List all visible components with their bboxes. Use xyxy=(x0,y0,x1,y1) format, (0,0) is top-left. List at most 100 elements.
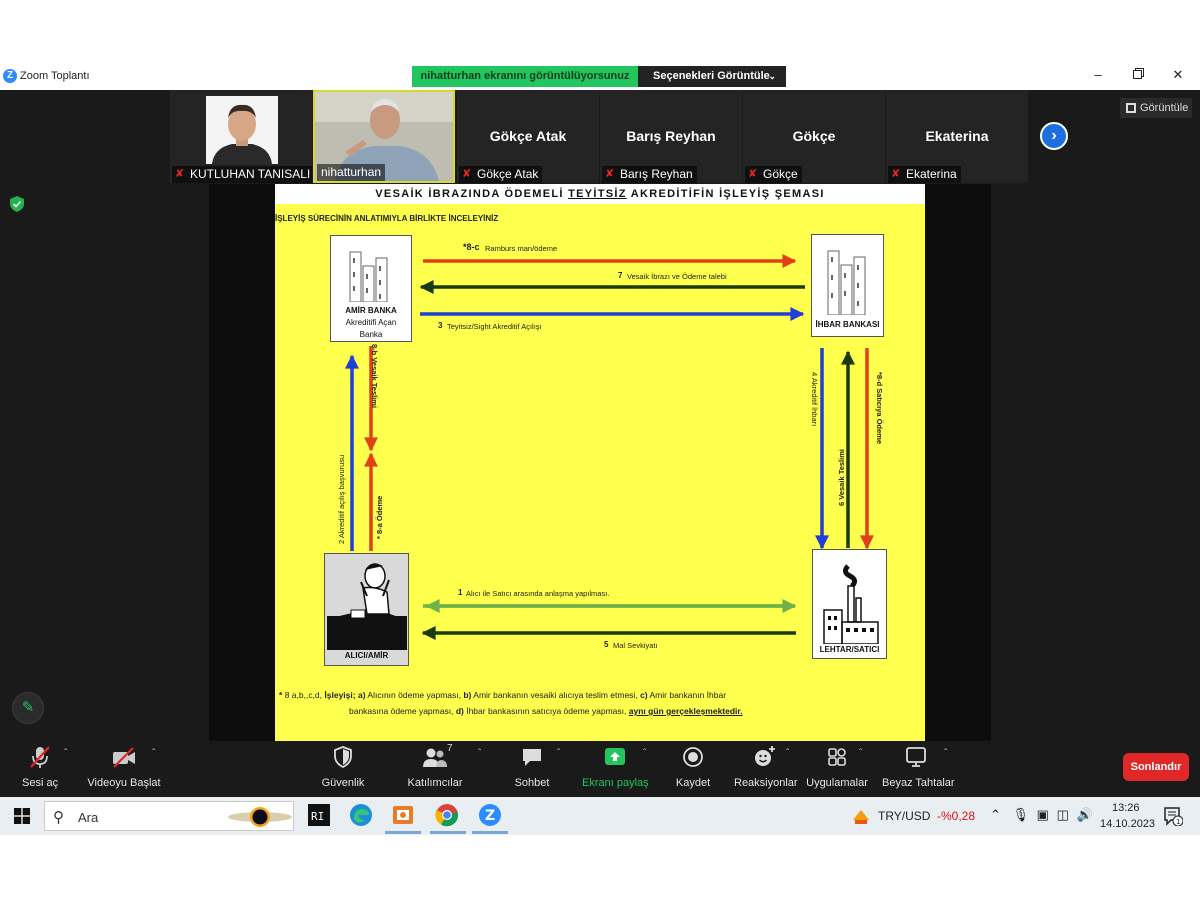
step-1-number: 1 xyxy=(458,588,463,597)
video-off-icon xyxy=(113,747,135,768)
smiley-plus-icon xyxy=(755,746,775,766)
participant-name: Barış Reyhan xyxy=(626,128,716,144)
step-7-label: Vesaik İbrazı ve Ödeme talebi xyxy=(627,272,727,281)
step-8c-label: Ramburs man/ödeme xyxy=(485,244,558,253)
building-icon xyxy=(827,250,866,315)
zoom-logo-icon: Z xyxy=(3,69,17,83)
window-title: Zoom Toplantı xyxy=(20,70,90,82)
participant-name-label: ✘ Gökçe xyxy=(745,166,802,183)
chrome-browser-icon[interactable] xyxy=(435,803,459,827)
currency-pair[interactable]: TRY/USD xyxy=(878,809,930,823)
step-3-number: 3 xyxy=(438,321,443,330)
search-icon: ⚲ xyxy=(53,809,64,826)
step-8d-label: *8-d Satıcıya Ödeme xyxy=(875,372,884,445)
notification-count: 1 xyxy=(1176,818,1180,826)
gallery-strip: ✘ KUTLUHAN TANISALI nihatturhan Gökçe Ata… xyxy=(170,90,1028,183)
currency-widget-icon[interactable] xyxy=(851,806,871,826)
windows-start-icon[interactable] xyxy=(14,808,30,824)
encryption-shield-icon[interactable] xyxy=(10,196,24,212)
terminal-app-icon[interactable]: RI xyxy=(307,803,331,827)
mic-muted-icon: ✘ xyxy=(462,168,472,180)
chat-button[interactable]: Sohbet xyxy=(512,745,552,789)
minimize-button[interactable]: – xyxy=(1088,67,1108,82)
start-video-button[interactable]: Videoyu Başlat xyxy=(86,745,162,789)
participant-name-label: ✘ Ekaterina xyxy=(888,166,961,183)
audio-options-caret[interactable]: ˆ xyxy=(64,748,67,759)
chat-options-caret[interactable]: ˆ xyxy=(557,748,560,759)
reactions-options-caret[interactable]: ˆ xyxy=(786,748,789,759)
active-app-indicator xyxy=(430,831,466,834)
step-3-label: Teyitsiz/Sight Akreditif Açılışı xyxy=(447,322,542,331)
share-options-caret[interactable]: ˆ xyxy=(643,748,646,759)
share-screen-button[interactable]: Ekranı paylaş xyxy=(582,745,649,789)
apps-icon xyxy=(828,748,846,766)
slide: VESAİK İBRAZINDA ÖDEMELİ TEYİTSİZ AKREDİ… xyxy=(275,184,925,741)
meeting-toolbar: Sesi aç ˆ Videoyu Başlat ˆ Güvenlik Katı… xyxy=(0,743,1200,797)
screen-share-banner: nihatturhan ekranını görüntülüyorsunuz xyxy=(412,66,638,87)
notification-center-icon[interactable]: 1 xyxy=(1163,806,1183,826)
end-meeting-button[interactable]: Sonlandır xyxy=(1123,753,1189,781)
zoom-app-icon[interactable]: Z xyxy=(478,803,502,827)
participant-tile[interactable]: Ekaterina ✘ Ekaterina xyxy=(886,90,1028,183)
svg-text:Z: Z xyxy=(485,808,495,824)
participant-tile-active-speaker[interactable]: nihatturhan xyxy=(313,90,455,183)
security-button[interactable]: Güvenlik xyxy=(318,745,368,789)
participant-tile[interactable]: Barış Reyhan ✘ Barış Reyhan xyxy=(600,90,742,183)
step-7-number: 7 xyxy=(618,271,623,280)
view-button[interactable]: Görüntüle xyxy=(1120,98,1192,118)
worried-buyer-icon xyxy=(327,563,407,650)
annotate-button[interactable]: ✎ xyxy=(12,692,44,724)
step-8a-label: * 8-a Ödeme xyxy=(375,495,384,539)
shield-icon xyxy=(334,746,352,769)
clock-date[interactable]: 14.10.2023 xyxy=(1100,818,1155,830)
network-icon[interactable]: ◫ xyxy=(1057,807,1069,822)
mic-muted-icon xyxy=(30,746,50,768)
restore-icon xyxy=(1132,68,1144,79)
zoom-window: Z Zoom Toplantı nihatturhan ekranını gör… xyxy=(0,60,1200,835)
search-highlight-eclipse-icon xyxy=(228,807,292,827)
alici-box: ALICI/AMİR xyxy=(324,553,409,666)
participants-options-caret[interactable]: ˆ xyxy=(478,748,481,759)
building-icon xyxy=(349,251,388,302)
taskbar-search-input[interactable]: ⚲ Ara xyxy=(44,801,294,831)
whiteboards-options-caret[interactable]: ˆ xyxy=(944,748,947,759)
whiteboard-icon xyxy=(906,747,926,767)
mic-muted-icon: ✘ xyxy=(605,168,615,180)
step-8b-label: 8-b Vesaik Teslimi xyxy=(370,344,379,409)
participant-name-label: ✘ Gökçe Atak xyxy=(459,166,543,183)
clock-time[interactable]: 13:26 xyxy=(1112,802,1140,814)
factory-icon xyxy=(823,564,879,644)
participant-name: Ekaterina xyxy=(925,128,989,144)
microphone-icon[interactable]: 🎙 xyxy=(1013,807,1030,822)
active-app-indicator xyxy=(385,831,421,834)
apps-options-caret[interactable]: ˆ xyxy=(859,748,862,759)
shared-screen: VESAİK İBRAZINDA ÖDEMELİ TEYİTSİZ AKREDİ… xyxy=(209,184,991,741)
participant-tile[interactable]: ✘ KUTLUHAN TANISALI xyxy=(170,90,312,183)
step-6-label: 6 Vesaik Teslimi xyxy=(837,449,846,506)
whiteboards-button[interactable]: Beyaz Tahtalar xyxy=(882,745,955,789)
chevron-right-icon: › xyxy=(1051,127,1057,144)
amir-banka-sublabel: Banka xyxy=(359,330,383,339)
slide-footnote-line2: bankasına ödeme yapması, d) İhbar bankas… xyxy=(349,706,743,716)
unmute-button[interactable]: Sesi aç xyxy=(22,745,58,789)
powerpoint-app-icon[interactable] xyxy=(391,803,415,827)
step-5-number: 5 xyxy=(604,640,609,649)
view-options-label: Seçenekleri Görüntüle xyxy=(653,70,770,82)
battery-icon[interactable]: ▣ xyxy=(1037,807,1049,822)
chevron-up-icon[interactable]: ⌃ xyxy=(990,807,1001,822)
video-options-caret[interactable]: ˆ xyxy=(152,748,155,759)
participants-button[interactable]: Katılımcılar xyxy=(404,745,466,789)
restore-button[interactable] xyxy=(1128,67,1148,82)
participant-name-label: ✘ KUTLUHAN TANISALI xyxy=(172,166,312,183)
close-button[interactable]: ✕ xyxy=(1168,67,1188,83)
gallery-next-button[interactable]: › xyxy=(1040,122,1068,150)
record-button[interactable]: Kaydet xyxy=(674,745,712,789)
step-2-label: 2 Akreditif açılış başvurusu xyxy=(337,454,346,544)
participant-tile[interactable]: Gökçe ✘ Gökçe xyxy=(743,90,885,183)
participant-tile[interactable]: Gökçe Atak ✘ Gökçe Atak xyxy=(457,90,599,183)
speaker-icon[interactable]: 🔊 xyxy=(1077,807,1093,822)
currency-change: -%0,28 xyxy=(937,809,976,823)
step-4-label: 4 Akreditif İhbarı xyxy=(810,372,819,427)
view-options-button[interactable]: Seçenekleri Görüntüle ⌄ xyxy=(638,66,786,87)
edge-browser-icon[interactable] xyxy=(349,803,373,827)
